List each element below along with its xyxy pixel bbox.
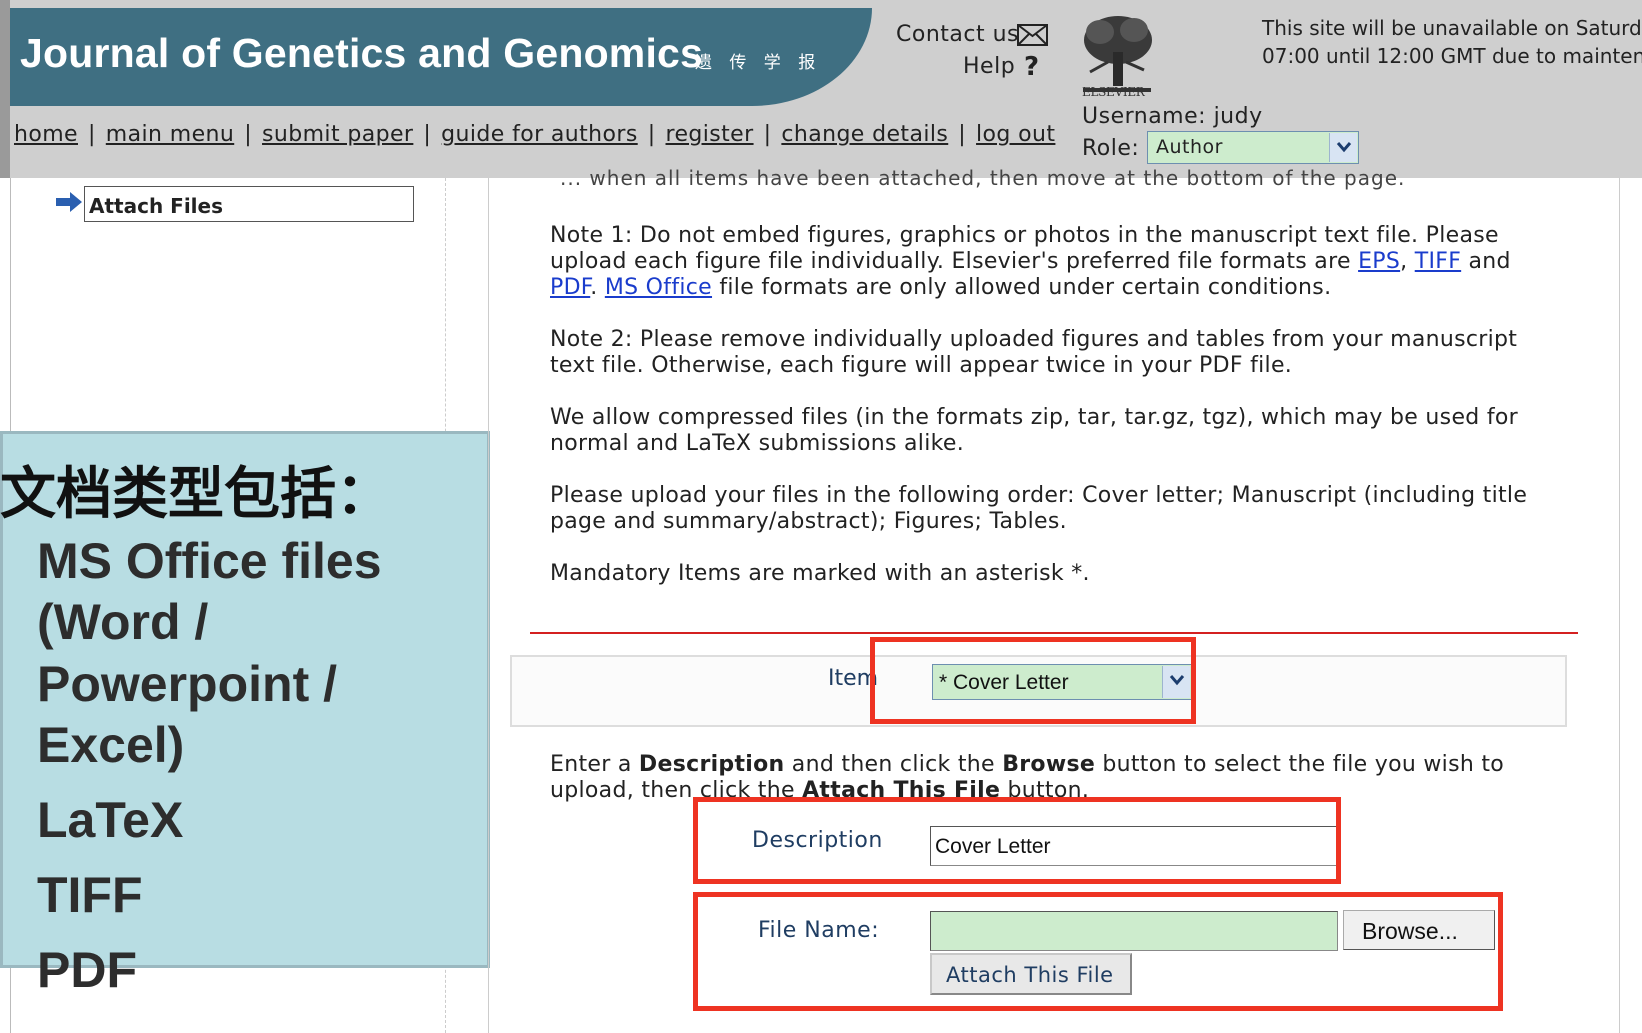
callout-item: MS Office files <box>37 533 382 589</box>
arrow-right-icon <box>56 192 82 212</box>
eps-link[interactable]: EPS <box>1358 249 1400 274</box>
upload-order-note: Please upload your files in the followin… <box>550 483 1528 534</box>
help-link[interactable]: Help <box>963 54 1015 79</box>
contact-us-link[interactable]: Contact us <box>896 22 1019 47</box>
callout-item: Excel) <box>37 717 185 773</box>
nav-change-details[interactable]: change details <box>781 122 948 147</box>
callout-item: Powerpoint / <box>37 656 337 712</box>
notice-line-2: 07:00 until 12:00 GMT due to maintenance <box>1262 44 1642 68</box>
role-select[interactable]: Author <box>1147 131 1359 164</box>
mandatory-note: Mandatory Items are marked with an aster… <box>550 561 1090 586</box>
instr-browse: Browse <box>1002 752 1096 777</box>
envelope-icon[interactable] <box>1017 24 1048 46</box>
nav-guide-for-authors[interactable]: guide for authors <box>441 122 638 147</box>
main-navigation: home | main menu | submit paper | guide for au… <box>14 122 1056 147</box>
journal-title: Journal of Genetics and Genomics <box>20 30 704 76</box>
note-1: Note 1: Do not embed figures, graphics o… <box>550 223 1511 300</box>
callout-item: LaTeX <box>37 792 184 848</box>
maintenance-notice: This site will be unavailable on Saturda… <box>1262 14 1642 70</box>
journal-title-chinese: 遗 传 学 报 <box>695 53 822 73</box>
note-1-text: Note 1: Do not embed figures, graphics o… <box>550 223 1499 274</box>
chevron-down-icon <box>1336 142 1352 153</box>
callout-item: TIFF <box>37 867 143 923</box>
left-edge <box>0 0 10 178</box>
sidebar-step-label: Attach Files <box>89 194 223 218</box>
note-2: Note 2: Please remove individually uploa… <box>550 327 1518 378</box>
username-value: judy <box>1213 104 1263 129</box>
item-highlight-box <box>870 637 1196 724</box>
description-highlight-box <box>693 797 1341 884</box>
nav-submit-paper[interactable]: submit paper <box>262 122 413 147</box>
role-select-value: Author <box>1156 136 1223 158</box>
cut-off-instruction: ... when all items have been attached, t… <box>560 166 1406 190</box>
pdf-link[interactable]: PDF <box>550 275 590 300</box>
username-line: Username: judy <box>1082 104 1263 129</box>
callout-item: (Word / <box>37 594 209 650</box>
sidebar-step-attach-files[interactable]: Attach Files <box>84 186 414 222</box>
instr-text: Enter a <box>550 752 639 777</box>
nav-main-menu[interactable]: main menu <box>106 122 234 147</box>
note-1-tail: file formats are only allowed under cert… <box>712 275 1332 300</box>
ms-office-link[interactable]: MS Office <box>605 275 712 300</box>
note-1-and: and <box>1461 249 1511 274</box>
section-divider <box>530 632 1578 634</box>
callout-item: PDF <box>37 942 137 998</box>
instr-text: and then click the <box>784 752 1003 777</box>
role-dropdown-button[interactable] <box>1329 133 1357 162</box>
file-upload-highlight-box <box>693 892 1503 1011</box>
instr-description: Description <box>638 752 785 777</box>
callout-heading: 文档类型包括： <box>0 462 392 527</box>
publisher-name: ELSEVIER <box>1082 85 1145 99</box>
compressed-files-note: We allow compressed files (in the format… <box>550 405 1518 456</box>
nav-log-out[interactable]: log out <box>976 122 1055 147</box>
help-icon[interactable]: ? <box>1024 52 1039 82</box>
username-label: Username: <box>1082 104 1207 129</box>
tiff-link[interactable]: TIFF <box>1415 249 1461 274</box>
nav-home[interactable]: home <box>14 122 78 147</box>
nav-register[interactable]: register <box>666 122 754 147</box>
role-label: Role: <box>1082 136 1140 161</box>
notice-line-1: This site will be unavailable on Saturda… <box>1262 16 1642 40</box>
